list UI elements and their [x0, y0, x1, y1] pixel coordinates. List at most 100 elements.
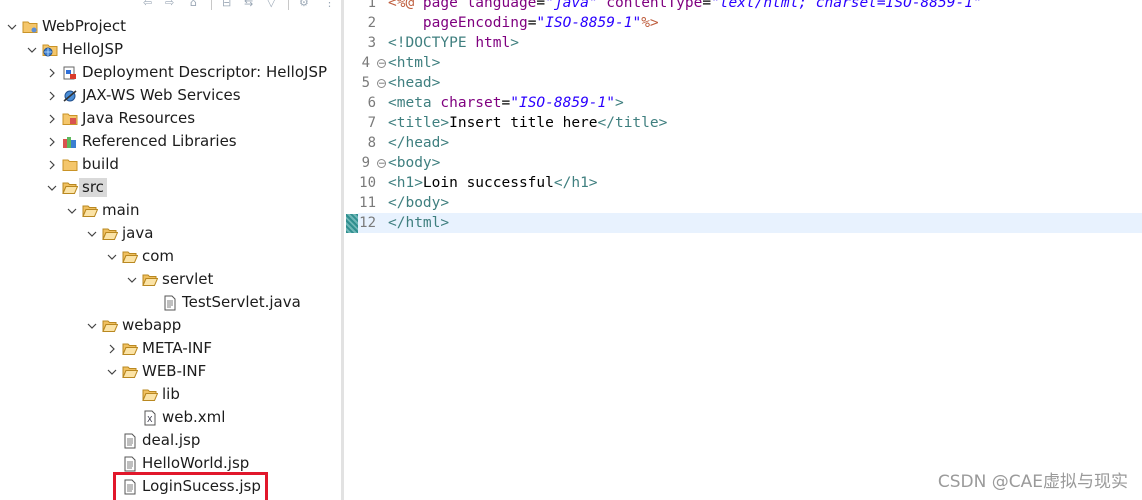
tree-item-label: Deployment Descriptor: HelloJSP — [82, 63, 328, 81]
code-editor[interactable]: 1 <%@ page language="java" contentType="t… — [344, 0, 1142, 500]
project-explorer: ⇦ ⇨ ⌂ ⊟ ⇆ ▽ ⚙ ⋮ WebProject HelloJSP Deploy… — [0, 0, 341, 500]
folder-open-icon — [122, 249, 138, 265]
project-icon — [22, 19, 38, 35]
filter-icon[interactable]: ▽ — [267, 0, 275, 10]
current-line-highlight — [358, 213, 1142, 233]
code-token: <meta — [388, 95, 441, 111]
code-line[interactable]: </html> — [388, 213, 449, 233]
code-line[interactable]: </body> — [388, 193, 449, 213]
code-line[interactable]: <!DOCTYPE html> — [388, 33, 519, 53]
code-line[interactable]: <%@ page language="java" contentType="te… — [388, 0, 982, 13]
tree-lib[interactable]: lib — [124, 383, 180, 406]
code-line[interactable]: <head> — [388, 73, 440, 93]
tree-item-label: META-INF — [142, 339, 213, 357]
tree-servlet[interactable]: servlet — [124, 268, 213, 291]
fold-toggle-icon[interactable]: − — [377, 79, 386, 89]
tree-src[interactable]: src — [44, 176, 107, 199]
tree-item-label: TestServlet.java — [182, 293, 301, 311]
code-token: = — [501, 95, 511, 111]
tree-item-label: servlet — [162, 270, 214, 288]
fold-toggle-icon[interactable]: − — [377, 59, 386, 69]
code-line[interactable]: <h1>Loin successful</h1> — [388, 173, 598, 193]
chevron-right-icon[interactable] — [44, 153, 60, 176]
view-menu-icon[interactable]: ⚙ — [299, 0, 309, 10]
java-file-icon — [162, 295, 178, 311]
tree-java[interactable]: java — [84, 222, 153, 245]
tree-build[interactable]: build — [44, 153, 119, 176]
folder-open-icon — [142, 387, 158, 403]
line-number: 12 — [359, 215, 376, 231]
chevron-down-icon[interactable] — [84, 222, 100, 245]
code-line[interactable]: <html> — [388, 53, 440, 73]
code-token: language — [466, 0, 537, 11]
chevron-right-icon[interactable] — [44, 84, 60, 107]
code-token: = — [536, 0, 546, 11]
tree-webproject[interactable]: WebProject — [4, 15, 126, 38]
link-editor-icon[interactable]: ⇆ — [244, 0, 253, 10]
code-line[interactable]: pageEncoding="ISO-8859-1"%> — [388, 13, 659, 33]
web-services-icon — [62, 88, 78, 104]
tree-web-inf[interactable]: WEB-INF — [104, 360, 206, 383]
more-menu-icon[interactable]: ⋮ — [324, 0, 335, 10]
highlight-box — [113, 472, 268, 500]
tree-web-xml[interactable]: Xweb.xml — [124, 406, 225, 429]
chevron-down-icon[interactable] — [44, 176, 60, 199]
collapse-all-icon[interactable]: ⊟ — [222, 0, 231, 10]
line-number: 10 — [359, 175, 376, 191]
code-token: Insert title here — [449, 115, 598, 131]
tree-testservlet-java[interactable]: TestServlet.java — [144, 291, 301, 314]
line-number: 5 — [361, 75, 370, 91]
forward-arrow-icon[interactable]: ⇨ — [165, 0, 174, 10]
chevron-right-icon[interactable] — [44, 61, 60, 84]
code-token: <html> — [388, 55, 441, 71]
tree-java-resources[interactable]: Java Resources — [44, 107, 195, 130]
chevron-down-icon[interactable] — [104, 360, 120, 383]
fold-toggle-icon[interactable]: − — [377, 159, 386, 169]
tree-com[interactable]: com — [104, 245, 174, 268]
chevron-right-icon[interactable] — [44, 107, 60, 130]
svg-text:X: X — [147, 415, 153, 424]
code-token: Loin successful — [422, 175, 554, 191]
tree-jaxws[interactable]: JAX-WS Web Services — [44, 84, 241, 107]
line-number: 2 — [367, 15, 376, 31]
tree-hellojsp[interactable]: HelloJSP — [24, 38, 123, 61]
tree-item-label: java — [122, 224, 154, 242]
tree-item-label: src — [79, 178, 107, 197]
code-token: </title> — [597, 115, 668, 131]
code-line[interactable]: </head> — [388, 133, 449, 153]
chevron-right-icon[interactable] — [44, 130, 60, 153]
home-icon[interactable]: ⌂ — [190, 0, 197, 10]
chevron-down-icon[interactable] — [104, 245, 120, 268]
chevron-down-icon[interactable] — [84, 314, 100, 337]
line-number: 8 — [367, 135, 376, 151]
watermark: CSDN @CAE虚拟与现实 — [937, 472, 1128, 492]
back-arrow-icon[interactable]: ⇦ — [143, 0, 152, 10]
tree-item-label: Referenced Libraries — [82, 132, 237, 150]
tree-meta-inf[interactable]: META-INF — [104, 337, 212, 360]
tree-deployment-descriptor[interactable]: Deployment Descriptor: HelloJSP — [44, 61, 327, 84]
code-token: contentType — [606, 0, 703, 11]
tree-deal-jsp[interactable]: deal.jsp — [104, 429, 200, 452]
code-line[interactable]: <title>Insert title here</title> — [388, 113, 667, 133]
tree-item-label: main — [102, 201, 140, 219]
chevron-down-icon[interactable] — [124, 268, 140, 291]
line-number: 11 — [359, 195, 376, 211]
chevron-right-icon[interactable] — [104, 337, 120, 360]
tree-referenced-libraries[interactable]: Referenced Libraries — [44, 130, 237, 153]
explorer-toolbar: ⇦ ⇨ ⌂ ⊟ ⇆ ▽ ⚙ ⋮ — [0, 0, 341, 12]
tree-item-label: com — [142, 247, 175, 265]
chevron-down-icon[interactable] — [24, 38, 40, 61]
tree-item-label: WebProject — [42, 17, 127, 35]
folder-open-icon — [102, 318, 118, 334]
tree-main[interactable]: main — [64, 199, 139, 222]
code-line[interactable]: <body> — [388, 153, 440, 173]
chevron-down-icon[interactable] — [4, 15, 20, 38]
code-token: charset — [440, 95, 502, 111]
code-token: </head> — [388, 135, 450, 151]
code-line[interactable]: <meta charset="ISO-8859-1"> — [388, 93, 624, 113]
chevron-down-icon[interactable] — [64, 199, 80, 222]
line-number: 9 — [361, 155, 370, 171]
tree-webapp[interactable]: webapp — [84, 314, 181, 337]
